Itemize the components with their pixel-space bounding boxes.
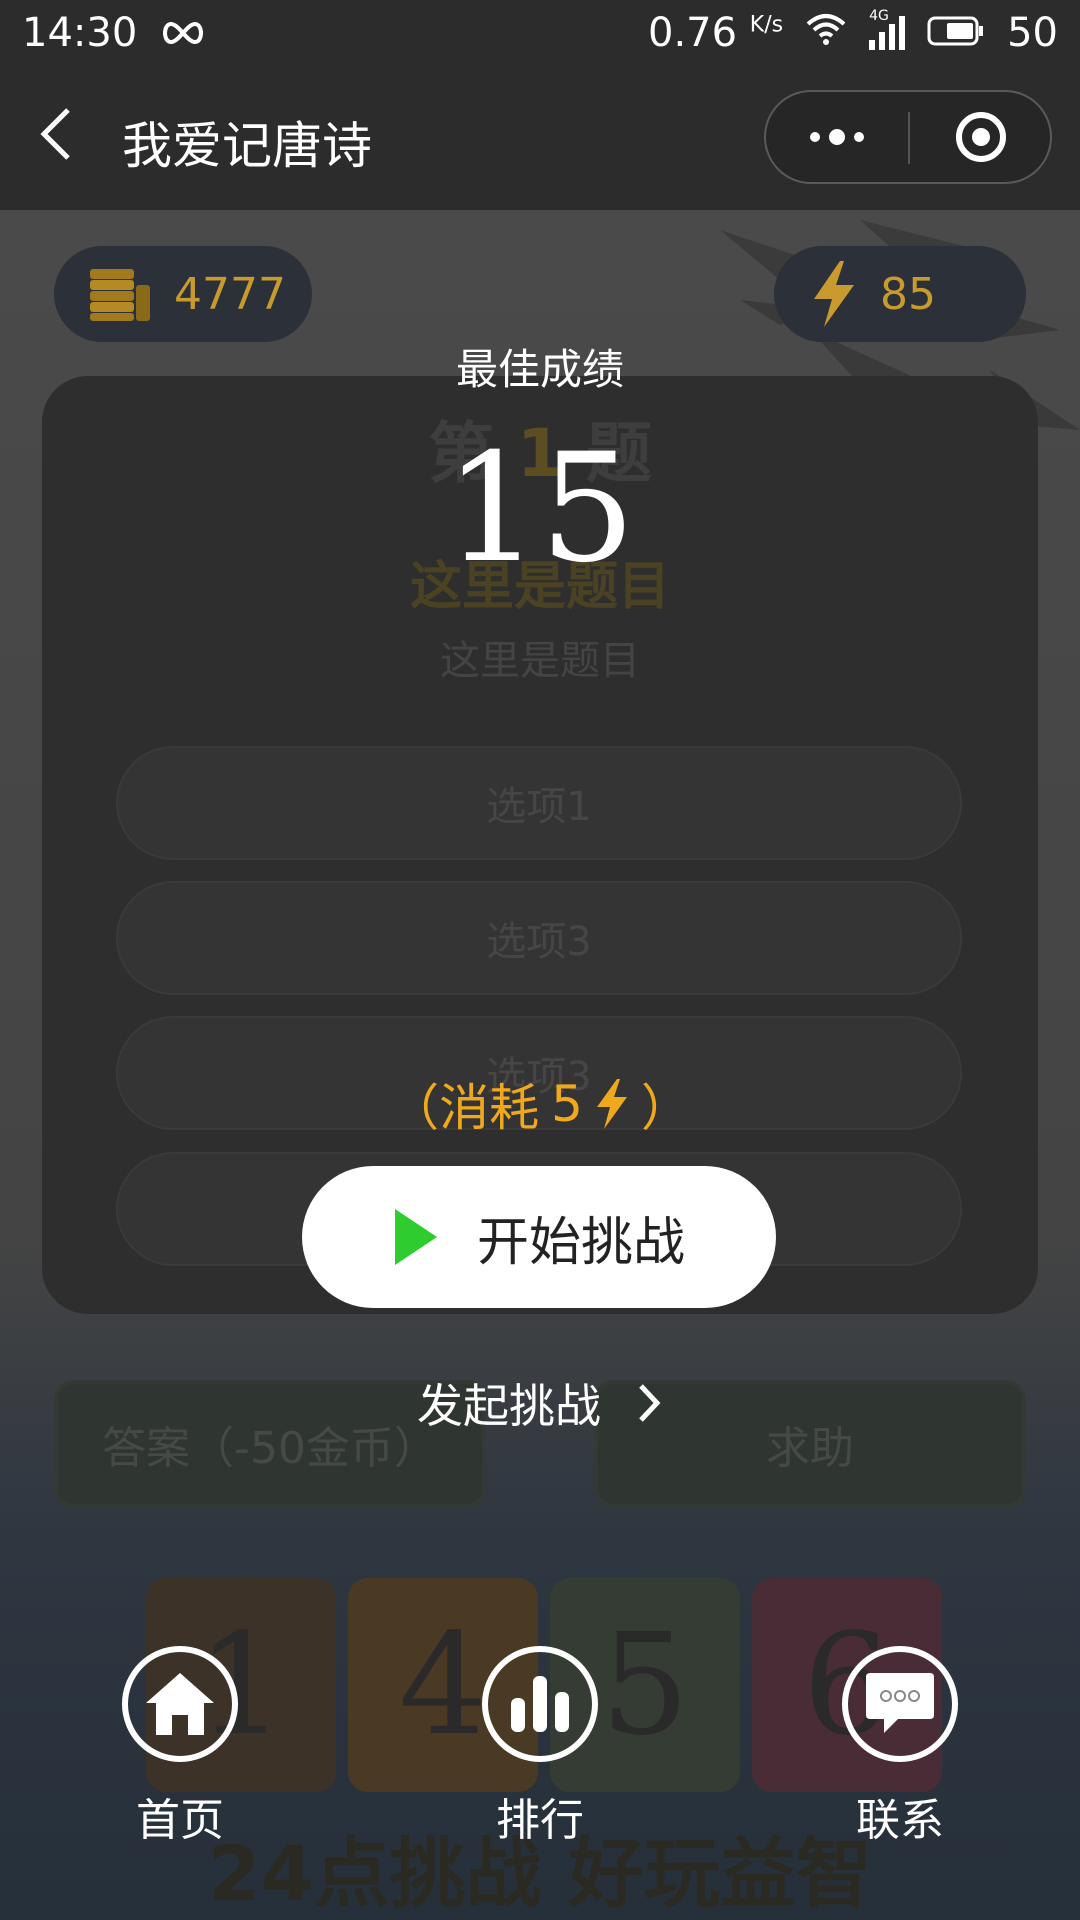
best-score-label: 最佳成绩	[455, 345, 624, 394]
lightning-icon	[596, 1079, 627, 1129]
page-title: 我爱记唐诗	[122, 117, 372, 175]
back-button[interactable]	[36, 104, 96, 170]
energy-cost: （消耗 5 ）	[389, 1075, 691, 1137]
lightning-icon	[814, 261, 854, 327]
infinity-icon	[159, 10, 207, 56]
message-icon	[842, 1646, 958, 1762]
option-1[interactable]: 选项1	[116, 746, 962, 860]
launch-challenge-link[interactable]: 发起挑战	[0, 1370, 1080, 1436]
tab-ranking[interactable]: 排行	[445, 1646, 635, 1848]
network-speed: 0.76 K/s	[648, 10, 784, 56]
more-button[interactable]	[766, 92, 908, 182]
play-icon	[394, 1209, 437, 1265]
miniprogram-capsule	[764, 90, 1052, 184]
battery-level: 50	[1007, 10, 1058, 56]
status-bar: 14:30 0.76 K/s 4G 50	[0, 0, 1080, 66]
signal-icon: 4G	[869, 8, 906, 50]
nav-bar: 我爱记唐诗	[0, 66, 1080, 210]
launch-challenge-label: 发起挑战	[417, 1379, 601, 1433]
bar-chart-icon	[482, 1646, 598, 1762]
close-button[interactable]	[910, 92, 1052, 182]
more-dots-icon	[810, 129, 864, 145]
target-icon	[956, 112, 1006, 162]
status-time: 14:30	[22, 10, 138, 56]
energy-count: 85	[880, 268, 936, 320]
chevron-right-icon	[639, 1384, 661, 1422]
coin-balance: 4777	[54, 246, 312, 342]
coin-count: 4777	[174, 268, 286, 320]
wifi-icon	[805, 10, 847, 56]
home-icon	[122, 1646, 238, 1762]
chevron-left-icon	[40, 108, 70, 160]
question-subtitle: 这里是题目	[440, 638, 640, 684]
battery-icon	[927, 10, 985, 56]
energy-balance: 85	[774, 246, 1026, 342]
tab-contact[interactable]: 联系	[805, 1646, 995, 1848]
option-2[interactable]: 选项3	[116, 881, 962, 995]
start-challenge-button[interactable]: 开始挑战	[302, 1166, 776, 1308]
coin-stack-icon	[90, 269, 150, 321]
tab-home[interactable]: 首页	[85, 1646, 275, 1848]
best-score-value: 15	[444, 422, 636, 596]
start-challenge-label: 开始挑战	[476, 1212, 685, 1273]
